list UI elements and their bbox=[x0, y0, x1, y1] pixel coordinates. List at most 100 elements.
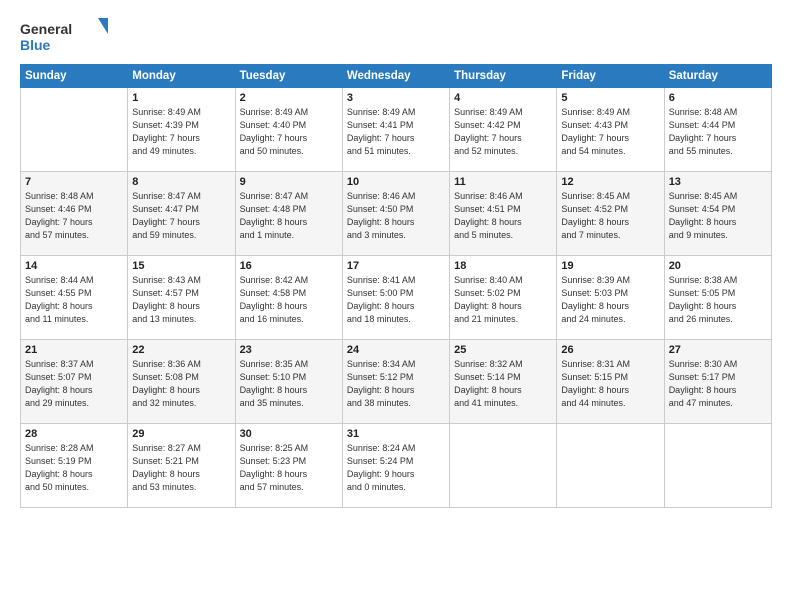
day-cell-9: 9 Sunrise: 8:47 AM Sunset: 4:48 PM Daylig… bbox=[235, 172, 342, 256]
day-cell-28: 28 Sunrise: 8:28 AM Sunset: 5:19 PM Dayli… bbox=[21, 424, 128, 508]
header-saturday: Saturday bbox=[664, 65, 771, 88]
day-info-18: Sunrise: 8:40 AM Sunset: 5:02 PM Dayligh… bbox=[454, 274, 552, 326]
day-number-4: 4 bbox=[454, 92, 552, 104]
day-cell-19: 19 Sunrise: 8:39 AM Sunset: 5:03 PM Dayli… bbox=[557, 256, 664, 340]
day-number-3: 3 bbox=[347, 92, 445, 104]
day-cell-6: 6 Sunrise: 8:48 AM Sunset: 4:44 PM Daylig… bbox=[664, 88, 771, 172]
day-cell-2: 2Sunrise: 8:49 AM Sunset: 4:40 PM Daylig… bbox=[235, 88, 342, 172]
empty-cell bbox=[21, 88, 128, 172]
day-info-6: Sunrise: 8:48 AM Sunset: 4:44 PM Dayligh… bbox=[669, 106, 767, 158]
day-info-28: Sunrise: 8:28 AM Sunset: 5:19 PM Dayligh… bbox=[25, 442, 123, 494]
day-number-7: 7 bbox=[25, 176, 123, 188]
day-number-20: 20 bbox=[669, 260, 767, 272]
empty-cell bbox=[664, 424, 771, 508]
header-wednesday: Wednesday bbox=[342, 65, 449, 88]
day-info-20: Sunrise: 8:38 AM Sunset: 5:05 PM Dayligh… bbox=[669, 274, 767, 326]
day-number-19: 19 bbox=[561, 260, 659, 272]
day-cell-31: 31Sunrise: 8:24 AM Sunset: 5:24 PM Dayli… bbox=[342, 424, 449, 508]
day-info-29: Sunrise: 8:27 AM Sunset: 5:21 PM Dayligh… bbox=[132, 442, 230, 494]
day-info-4: Sunrise: 8:49 AM Sunset: 4:42 PM Dayligh… bbox=[454, 106, 552, 158]
day-info-17: Sunrise: 8:41 AM Sunset: 5:00 PM Dayligh… bbox=[347, 274, 445, 326]
week-row-1: 1Sunrise: 8:49 AM Sunset: 4:39 PM Daylig… bbox=[21, 88, 772, 172]
day-number-18: 18 bbox=[454, 260, 552, 272]
day-number-15: 15 bbox=[132, 260, 230, 272]
day-info-7: Sunrise: 8:48 AM Sunset: 4:46 PM Dayligh… bbox=[25, 190, 123, 242]
day-cell-5: 5 Sunrise: 8:49 AM Sunset: 4:43 PM Daylig… bbox=[557, 88, 664, 172]
day-number-21: 21 bbox=[25, 344, 123, 356]
calendar-table: SundayMondayTuesdayWednesdayThursdayFrid… bbox=[20, 64, 772, 508]
day-info-5: Sunrise: 8:49 AM Sunset: 4:43 PM Dayligh… bbox=[561, 106, 659, 158]
day-cell-3: 3 Sunrise: 8:49 AM Sunset: 4:41 PM Daylig… bbox=[342, 88, 449, 172]
header-monday: Monday bbox=[128, 65, 235, 88]
day-cell-25: 25 Sunrise: 8:32 AM Sunset: 5:14 PM Dayli… bbox=[450, 340, 557, 424]
day-cell-20: 20 Sunrise: 8:38 AM Sunset: 5:05 PM Dayli… bbox=[664, 256, 771, 340]
day-cell-11: 11 Sunrise: 8:46 AM Sunset: 4:51 PM Dayli… bbox=[450, 172, 557, 256]
day-cell-12: 12 Sunrise: 8:45 AM Sunset: 4:52 PM Dayli… bbox=[557, 172, 664, 256]
day-cell-24: 24 Sunrise: 8:34 AM Sunset: 5:12 PM Dayli… bbox=[342, 340, 449, 424]
day-number-13: 13 bbox=[669, 176, 767, 188]
day-info-26: Sunrise: 8:31 AM Sunset: 5:15 PM Dayligh… bbox=[561, 358, 659, 410]
day-info-15: Sunrise: 8:43 AM Sunset: 4:57 PM Dayligh… bbox=[132, 274, 230, 326]
day-cell-7: 7 Sunrise: 8:48 AM Sunset: 4:46 PM Daylig… bbox=[21, 172, 128, 256]
day-cell-21: 21Sunrise: 8:37 AM Sunset: 5:07 PM Dayli… bbox=[21, 340, 128, 424]
day-number-10: 10 bbox=[347, 176, 445, 188]
day-cell-16: 16 Sunrise: 8:42 AM Sunset: 4:58 PM Dayli… bbox=[235, 256, 342, 340]
day-info-3: Sunrise: 8:49 AM Sunset: 4:41 PM Dayligh… bbox=[347, 106, 445, 158]
day-number-16: 16 bbox=[240, 260, 338, 272]
day-info-12: Sunrise: 8:45 AM Sunset: 4:52 PM Dayligh… bbox=[561, 190, 659, 242]
day-number-25: 25 bbox=[454, 344, 552, 356]
day-number-26: 26 bbox=[561, 344, 659, 356]
day-number-12: 12 bbox=[561, 176, 659, 188]
calendar-page: General Blue SundayMondayTuesdayWednesda… bbox=[0, 0, 792, 612]
day-info-9: Sunrise: 8:47 AM Sunset: 4:48 PM Dayligh… bbox=[240, 190, 338, 242]
day-cell-22: 22Sunrise: 8:36 AM Sunset: 5:08 PM Dayli… bbox=[128, 340, 235, 424]
day-number-8: 8 bbox=[132, 176, 230, 188]
day-info-11: Sunrise: 8:46 AM Sunset: 4:51 PM Dayligh… bbox=[454, 190, 552, 242]
day-info-31: Sunrise: 8:24 AM Sunset: 5:24 PM Dayligh… bbox=[347, 442, 445, 494]
empty-cell bbox=[450, 424, 557, 508]
day-cell-10: 10 Sunrise: 8:46 AM Sunset: 4:50 PM Dayli… bbox=[342, 172, 449, 256]
day-cell-26: 26 Sunrise: 8:31 AM Sunset: 5:15 PM Dayli… bbox=[557, 340, 664, 424]
header-thursday: Thursday bbox=[450, 65, 557, 88]
day-cell-18: 18 Sunrise: 8:40 AM Sunset: 5:02 PM Dayli… bbox=[450, 256, 557, 340]
day-number-14: 14 bbox=[25, 260, 123, 272]
day-info-2: Sunrise: 8:49 AM Sunset: 4:40 PM Dayligh… bbox=[240, 106, 338, 158]
day-number-24: 24 bbox=[347, 344, 445, 356]
day-info-13: Sunrise: 8:45 AM Sunset: 4:54 PM Dayligh… bbox=[669, 190, 767, 242]
day-cell-29: 29 Sunrise: 8:27 AM Sunset: 5:21 PM Dayli… bbox=[128, 424, 235, 508]
header-tuesday: Tuesday bbox=[235, 65, 342, 88]
day-cell-17: 17 Sunrise: 8:41 AM Sunset: 5:00 PM Dayli… bbox=[342, 256, 449, 340]
header: General Blue bbox=[20, 16, 772, 58]
week-row-4: 21Sunrise: 8:37 AM Sunset: 5:07 PM Dayli… bbox=[21, 340, 772, 424]
day-number-23: 23 bbox=[240, 344, 338, 356]
day-info-8: Sunrise: 8:47 AM Sunset: 4:47 PM Dayligh… bbox=[132, 190, 230, 242]
day-number-27: 27 bbox=[669, 344, 767, 356]
day-info-27: Sunrise: 8:30 AM Sunset: 5:17 PM Dayligh… bbox=[669, 358, 767, 410]
day-info-25: Sunrise: 8:32 AM Sunset: 5:14 PM Dayligh… bbox=[454, 358, 552, 410]
day-info-24: Sunrise: 8:34 AM Sunset: 5:12 PM Dayligh… bbox=[347, 358, 445, 410]
week-row-3: 14 Sunrise: 8:44 AM Sunset: 4:55 PM Dayli… bbox=[21, 256, 772, 340]
day-info-14: Sunrise: 8:44 AM Sunset: 4:55 PM Dayligh… bbox=[25, 274, 123, 326]
day-number-6: 6 bbox=[669, 92, 767, 104]
day-info-19: Sunrise: 8:39 AM Sunset: 5:03 PM Dayligh… bbox=[561, 274, 659, 326]
day-number-11: 11 bbox=[454, 176, 552, 188]
day-cell-8: 8 Sunrise: 8:47 AM Sunset: 4:47 PM Daylig… bbox=[128, 172, 235, 256]
day-info-10: Sunrise: 8:46 AM Sunset: 4:50 PM Dayligh… bbox=[347, 190, 445, 242]
day-number-30: 30 bbox=[240, 428, 338, 440]
empty-cell bbox=[557, 424, 664, 508]
svg-text:General: General bbox=[20, 21, 72, 37]
week-row-5: 28 Sunrise: 8:28 AM Sunset: 5:19 PM Dayli… bbox=[21, 424, 772, 508]
day-cell-4: 4 Sunrise: 8:49 AM Sunset: 4:42 PM Daylig… bbox=[450, 88, 557, 172]
day-cell-13: 13 Sunrise: 8:45 AM Sunset: 4:54 PM Dayli… bbox=[664, 172, 771, 256]
day-number-28: 28 bbox=[25, 428, 123, 440]
day-number-17: 17 bbox=[347, 260, 445, 272]
day-info-30: Sunrise: 8:25 AM Sunset: 5:23 PM Dayligh… bbox=[240, 442, 338, 494]
day-cell-23: 23Sunrise: 8:35 AM Sunset: 5:10 PM Dayli… bbox=[235, 340, 342, 424]
day-number-29: 29 bbox=[132, 428, 230, 440]
week-row-2: 7 Sunrise: 8:48 AM Sunset: 4:46 PM Daylig… bbox=[21, 172, 772, 256]
day-number-9: 9 bbox=[240, 176, 338, 188]
weekday-header-row: SundayMondayTuesdayWednesdayThursdayFrid… bbox=[21, 65, 772, 88]
day-info-1: Sunrise: 8:49 AM Sunset: 4:39 PM Dayligh… bbox=[132, 106, 230, 158]
day-number-5: 5 bbox=[561, 92, 659, 104]
day-info-16: Sunrise: 8:42 AM Sunset: 4:58 PM Dayligh… bbox=[240, 274, 338, 326]
